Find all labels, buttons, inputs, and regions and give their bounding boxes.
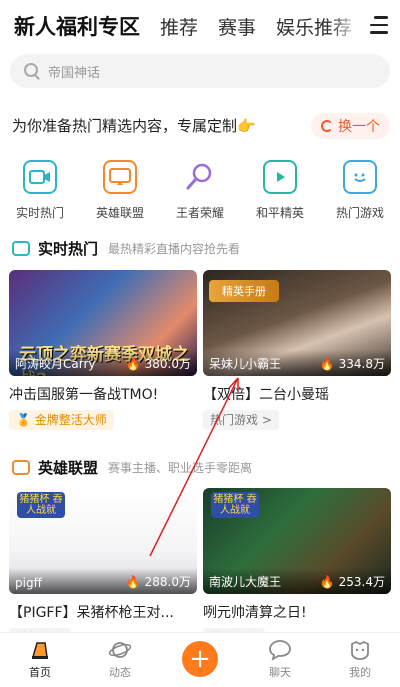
live-tv-icon <box>12 241 30 256</box>
stream-card[interactable]: 云顶之弈新赛季双城之战2 阿涛皎月Carry 🔥 380.0万 冲击国服第一备战… <box>9 270 197 430</box>
category-label: 英雄联盟 <box>95 206 144 220</box>
stream-tag[interactable]: 🏅 金牌整活大师 <box>9 410 114 430</box>
nav-label: 我的 <box>349 666 371 679</box>
category-label: 王者荣耀 <box>175 206 224 220</box>
nav-profile[interactable]: 我的 <box>328 639 392 680</box>
play-window-icon <box>263 160 297 194</box>
swap-button[interactable]: 换一个 <box>311 113 390 139</box>
stream-title[interactable]: 冲击国服第一备战TMO! <box>9 384 197 404</box>
refresh-icon <box>321 120 333 132</box>
home-icon <box>28 639 52 661</box>
nav-label: 动态 <box>109 666 131 679</box>
tab-newbie-welfare[interactable]: 新人福利专区 <box>14 11 140 41</box>
tab-fade <box>330 12 360 42</box>
streamer-name: 南波儿大魔王 <box>209 575 282 589</box>
streamer-name: pigff <box>15 576 42 590</box>
stream-card[interactable]: 猪猪杯 吞人战就 南波儿大魔王 🔥 253.4万 咧元帅清算之日! 英雄联盟 <box>203 488 391 648</box>
streamer-name: 阿涛皎月Carry <box>15 357 96 371</box>
profile-face-icon <box>348 639 372 661</box>
stream-thumbnail[interactable]: 猪猪杯 吞人战就 pigff 🔥 288.0万 <box>9 488 197 594</box>
category-peace-elite[interactable]: 和平精英 <box>242 160 318 221</box>
category-lol[interactable]: 英雄联盟 <box>82 160 158 221</box>
monitor-icon <box>12 460 30 475</box>
planet-icon <box>108 639 132 661</box>
category-label: 和平精英 <box>255 206 304 220</box>
viewer-count: 🔥 288.0万 <box>125 575 191 589</box>
event-logo: 猪猪杯 吞人战就 <box>211 492 259 518</box>
search-bar[interactable]: 帝国神话 <box>10 54 390 88</box>
recommend-text: 为你准备热门精选内容，专属定制👉 <box>12 117 256 135</box>
menu-icon[interactable] <box>366 16 388 36</box>
stream-title[interactable]: 【PIGFF】呆猪杯枪王对... <box>9 602 197 622</box>
plus-icon: + <box>182 641 218 677</box>
tab-recommend[interactable]: 推荐 <box>160 13 198 40</box>
video-camera-icon <box>23 160 57 194</box>
category-hot-games[interactable]: 热门游戏 <box>322 160 398 221</box>
nav-label: 首页 <box>29 666 51 679</box>
stream-card[interactable]: 猪猪杯 吞人战就 pigff 🔥 288.0万 【PIGFF】呆猪杯枪王对...… <box>9 488 197 648</box>
category-label: 实时热门 <box>15 206 64 220</box>
viewer-count: 🔥 380.0万 <box>125 357 191 371</box>
category-label: 热门游戏 <box>335 206 384 220</box>
stream-title[interactable]: 咧元帅清算之日! <box>203 602 391 622</box>
stream-card[interactable]: 精英手册 呆妹儿小霸王 🔥 334.8万 【双倍】二台小曼瑶 热门游戏 > <box>203 270 391 430</box>
section-title: 实时热门 <box>38 240 99 258</box>
nav-create[interactable]: + <box>168 639 232 677</box>
search-placeholder: 帝国神话 <box>48 65 101 81</box>
section-header-hot: 实时热门 最热精彩直播内容抢先看 <box>12 238 240 259</box>
magnifier-icon <box>183 160 217 194</box>
nav-feed[interactable]: 动态 <box>88 639 152 680</box>
swap-label: 换一个 <box>338 119 380 135</box>
section-header-lol: 英雄联盟 赛事主播、职业选手零距离 <box>12 457 252 478</box>
smile-chat-icon <box>343 160 377 194</box>
viewer-count: 🔥 334.8万 <box>319 357 385 371</box>
nav-label: 聊天 <box>269 666 291 679</box>
stream-thumbnail[interactable]: 云顶之弈新赛季双城之战2 阿涛皎月Carry 🔥 380.0万 <box>9 270 197 376</box>
section-subtitle: 赛事主播、职业选手零距离 <box>108 461 253 475</box>
nav-home[interactable]: 首页 <box>8 639 72 680</box>
bottom-nav: 首页 动态 + 聊天 我的 <box>0 632 400 687</box>
search-icon <box>24 63 40 79</box>
category-honor-of-kings[interactable]: 王者荣耀 <box>162 160 238 221</box>
event-logo: 猪猪杯 吞人战就 <box>17 492 65 518</box>
elite-badge: 精英手册 <box>209 280 279 302</box>
stream-tag[interactable]: 热门游戏 > <box>203 410 279 430</box>
section-subtitle: 最热精彩直播内容抢先看 <box>108 242 241 256</box>
stream-title[interactable]: 【双倍】二台小曼瑶 <box>203 384 391 404</box>
streamer-name: 呆妹儿小霸王 <box>209 357 282 371</box>
section-title: 英雄联盟 <box>38 459 99 477</box>
monitor-icon <box>103 160 137 194</box>
category-live-hot[interactable]: 实时热门 <box>2 160 78 221</box>
chat-bubble-icon <box>268 639 292 661</box>
tab-events[interactable]: 赛事 <box>218 13 256 40</box>
viewer-count: 🔥 253.4万 <box>319 575 385 589</box>
stream-thumbnail[interactable]: 猪猪杯 吞人战就 南波儿大魔王 🔥 253.4万 <box>203 488 391 594</box>
nav-chat[interactable]: 聊天 <box>248 639 312 680</box>
category-row: 实时热门 英雄联盟 王者荣耀 和平精英 热门游戏 <box>0 160 400 221</box>
stream-thumbnail[interactable]: 精英手册 呆妹儿小霸王 🔥 334.8万 <box>203 270 391 376</box>
